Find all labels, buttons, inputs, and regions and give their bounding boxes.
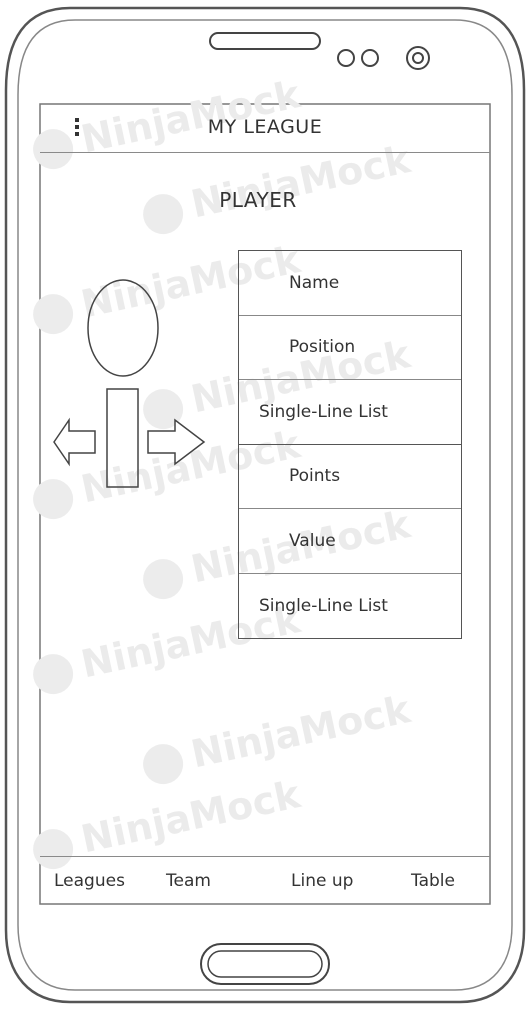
front-camera-icon [406, 46, 430, 70]
tab-line-up[interactable]: Line up [291, 871, 353, 891]
player-details-list: Name Position Single-Line List Points Va… [238, 250, 462, 639]
sensor-icon [337, 49, 355, 67]
single-line-list-label-2: Single-Line List [259, 595, 388, 616]
player-head-placeholder [87, 279, 159, 377]
tab-team[interactable]: Team [166, 871, 211, 891]
app-title: MY LEAGUE [207, 116, 323, 138]
single-line-list-row[interactable]: Single-Line List [239, 380, 461, 445]
player-name-label: Name [289, 272, 340, 293]
speaker-grille [209, 32, 321, 50]
player-body-placeholder [106, 388, 139, 488]
page-title: PLAYER [219, 188, 297, 212]
player-value-row[interactable]: Value [239, 509, 461, 574]
player-points-row[interactable]: Points [239, 445, 461, 509]
sensor-icon-2 [361, 49, 379, 67]
single-line-list-label: Single-Line List [259, 401, 388, 422]
tab-leagues[interactable]: Leagues [54, 871, 125, 891]
app-screen: MY LEAGUE PLAYER Name Position Single-Li… [40, 104, 490, 904]
tab-table[interactable]: Table [411, 871, 455, 891]
home-button[interactable] [200, 943, 330, 985]
player-position-row[interactable]: Position [239, 316, 461, 380]
player-name-row[interactable]: Name [239, 251, 461, 316]
player-value-label: Value [289, 530, 336, 551]
player-position-label: Position [289, 337, 356, 358]
single-line-list-row-2[interactable]: Single-Line List [239, 574, 461, 639]
player-figure [53, 279, 206, 488]
previous-player-arrow-icon[interactable] [53, 417, 96, 467]
next-player-arrow-icon[interactable] [147, 418, 206, 466]
app-title-bar: MY LEAGUE [40, 104, 490, 153]
bottom-navigation: Leagues Team Line up Table [40, 856, 490, 905]
player-points-label: Points [289, 466, 341, 487]
